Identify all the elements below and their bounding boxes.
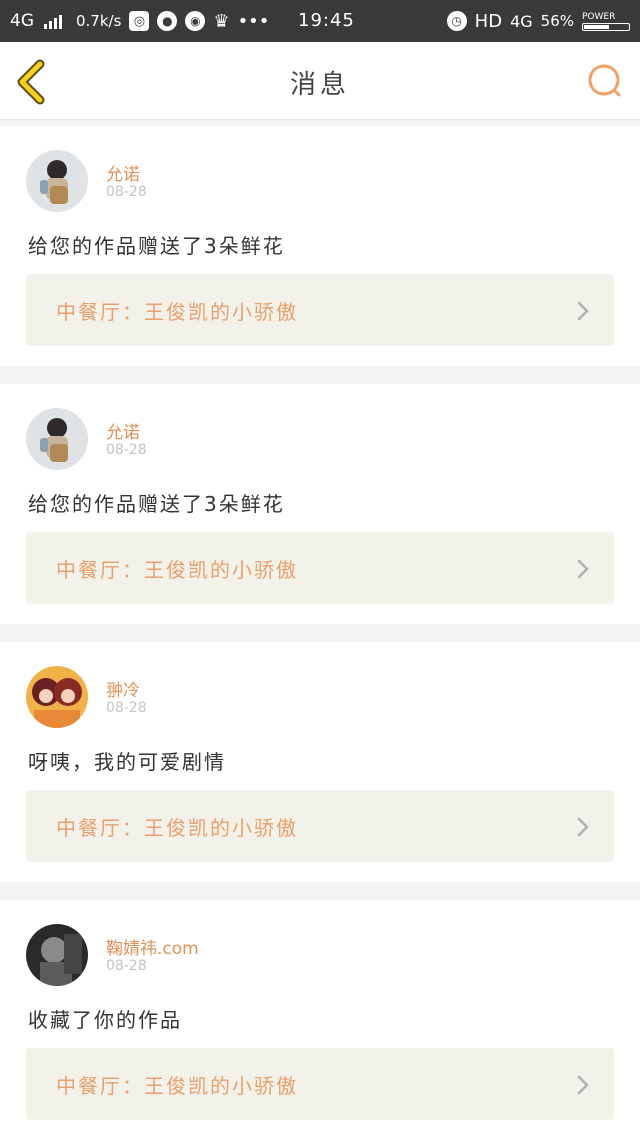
work-title: 中餐厅：王俊凯的小骄傲	[56, 816, 298, 840]
qq-icon: ●	[157, 11, 178, 31]
chevron-right-icon	[577, 301, 589, 321]
work-title: 中餐厅：王俊凯的小骄傲	[56, 1074, 298, 1098]
avatar[interactable]	[26, 666, 88, 728]
username[interactable]: 鞠婧祎.com	[106, 934, 199, 959]
hd-badge: HD	[474, 10, 503, 32]
message-text: 收藏了你的作品	[28, 1008, 182, 1032]
avatar[interactable]	[26, 924, 88, 986]
network-type: 4G	[10, 11, 34, 31]
username[interactable]: 翀冷	[106, 676, 140, 701]
status-left: 4G 0.7k/s ◎ ● ◉ ♛ •••	[10, 11, 269, 32]
work-title: 中餐厅：王俊凯的小骄傲	[56, 558, 298, 582]
chevron-right-icon	[577, 817, 589, 837]
alarm-icon: ◷	[446, 11, 467, 31]
search-icon[interactable]	[586, 62, 624, 100]
message-card: 允诺 08-28 给您的作品赠送了3朵鲜花 中餐厅：王俊凯的小骄傲	[0, 126, 640, 366]
avatar[interactable]	[26, 150, 88, 212]
network-speed: 0.7k/s	[76, 12, 122, 30]
app-header: 消息	[0, 42, 640, 120]
battery-icon: POWER	[582, 12, 630, 31]
signal-icon	[44, 13, 62, 29]
network-type-right: 4G	[510, 11, 533, 31]
work-link[interactable]: 中餐厅：王俊凯的小骄傲	[26, 1048, 614, 1120]
clock: 19:45	[298, 10, 355, 31]
chevron-right-icon	[577, 1075, 589, 1095]
status-right: ◷ HD 4G 56% POWER	[446, 0, 630, 42]
power-label: POWER	[582, 11, 616, 22]
message-card: 允诺 08-28 给您的作品赠送了3朵鲜花 中餐厅：王俊凯的小骄傲	[0, 384, 640, 624]
work-link[interactable]: 中餐厅：王俊凯的小骄傲	[26, 274, 614, 346]
message-text: 给您的作品赠送了3朵鲜花	[28, 234, 285, 258]
message-card: 翀冷 08-28 呀咦，我的可爱剧情 中餐厅：王俊凯的小骄傲	[0, 642, 640, 882]
wechat-icon: ◉	[185, 11, 206, 31]
message-text: 给您的作品赠送了3朵鲜花	[28, 492, 285, 516]
battery-percent: 56%	[540, 12, 574, 30]
message-date: 08-28	[106, 958, 147, 974]
page-title: 消息	[289, 70, 350, 100]
crown-icon: ♛	[213, 10, 230, 32]
username[interactable]: 允诺	[106, 160, 140, 185]
message-date: 08-28	[106, 700, 147, 716]
chevron-right-icon	[577, 559, 589, 579]
more-dots-icon: •••	[237, 10, 270, 32]
work-link[interactable]: 中餐厅：王俊凯的小骄傲	[26, 790, 614, 862]
work-title: 中餐厅：王俊凯的小骄傲	[56, 300, 298, 324]
message-date: 08-28	[106, 442, 147, 458]
work-link[interactable]: 中餐厅：王俊凯的小骄傲	[26, 532, 614, 604]
screenshot-icon: ◎	[129, 11, 150, 31]
status-bar: 4G 0.7k/s ◎ ● ◉ ♛ ••• 19:45 ◷ HD 4G 56% …	[0, 0, 640, 42]
avatar[interactable]	[26, 408, 88, 470]
message-card: 鞠婧祎.com 08-28 收藏了你的作品 中餐厅：王俊凯的小骄傲	[0, 900, 640, 1138]
username[interactable]: 允诺	[106, 418, 140, 443]
message-text: 呀咦，我的可爱剧情	[28, 750, 226, 774]
message-date: 08-28	[106, 184, 147, 200]
